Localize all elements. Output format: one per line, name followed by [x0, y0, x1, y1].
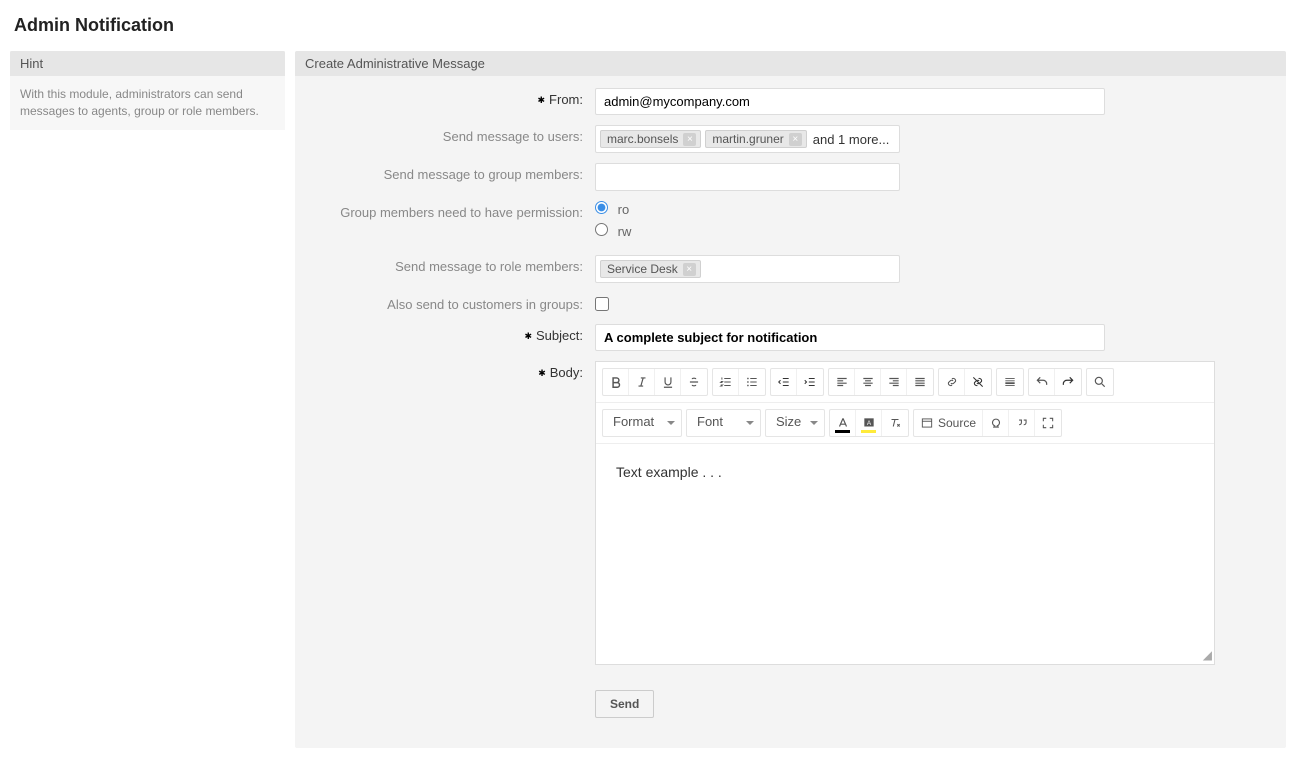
editor-toolbar-row2: Format Font Size A [596, 403, 1214, 444]
strikethrough-button[interactable] [681, 369, 707, 395]
label-to-groups: Send message to group members: [315, 163, 595, 182]
body-textarea[interactable]: Text example . . . ◢ [596, 444, 1214, 664]
users-input[interactable]: marc.bonsels × martin.gruner × and 1 mor… [595, 125, 900, 153]
role-tag[interactable]: Service Desk × [600, 260, 701, 278]
customers-checkbox[interactable] [595, 297, 609, 311]
radio-ro-label: ro [618, 202, 630, 217]
special-char-button[interactable] [983, 410, 1009, 436]
align-center-button[interactable] [855, 369, 881, 395]
italic-button[interactable] [629, 369, 655, 395]
unordered-list-button[interactable] [739, 369, 765, 395]
label-to-users: Send message to users: [315, 125, 595, 144]
more-users-text: and 1 more... [811, 132, 890, 147]
align-left-button[interactable] [829, 369, 855, 395]
radio-ro-input[interactable] [595, 201, 608, 214]
user-tag-label: marc.bonsels [607, 132, 678, 146]
label-to-roles: Send message to role members: [315, 255, 595, 274]
radio-rw-label: rw [618, 224, 632, 239]
ordered-list-button[interactable] [713, 369, 739, 395]
label-from: From: [315, 88, 595, 107]
label-to-customers: Also send to customers in groups: [315, 293, 595, 312]
user-tag[interactable]: marc.bonsels × [600, 130, 701, 148]
find-button[interactable] [1087, 369, 1113, 395]
horizontal-rule-button[interactable] [997, 369, 1023, 395]
send-button[interactable]: Send [595, 690, 654, 718]
unlink-button[interactable] [965, 369, 991, 395]
hint-panel: Hint With this module, administrators ca… [10, 51, 285, 130]
editor-toolbar-row1 [596, 362, 1214, 403]
label-body: Body: [315, 361, 595, 380]
link-button[interactable] [939, 369, 965, 395]
background-color-button[interactable]: A [856, 410, 882, 436]
label-permission: Group members need to have permission: [315, 201, 595, 220]
remove-tag-icon[interactable]: × [683, 263, 696, 276]
bold-button[interactable] [603, 369, 629, 395]
maximize-button[interactable] [1035, 410, 1061, 436]
label-subject: Subject: [315, 324, 595, 343]
roles-input[interactable]: Service Desk × [595, 255, 900, 283]
groups-input[interactable] [595, 163, 900, 191]
user-tag[interactable]: martin.gruner × [705, 130, 806, 148]
from-input[interactable] [595, 88, 1105, 115]
undo-button[interactable] [1029, 369, 1055, 395]
size-select[interactable]: Size [765, 409, 825, 437]
align-right-button[interactable] [881, 369, 907, 395]
svg-text:A: A [866, 420, 871, 427]
remove-format-button[interactable] [882, 410, 908, 436]
format-select[interactable]: Format [602, 409, 682, 437]
remove-tag-icon[interactable]: × [683, 133, 696, 146]
redo-button[interactable] [1055, 369, 1081, 395]
indent-button[interactable] [797, 369, 823, 395]
role-tag-label: Service Desk [607, 262, 678, 276]
radio-rw-input[interactable] [595, 223, 608, 236]
permission-radio-ro[interactable]: ro [595, 201, 1215, 217]
resize-handle-icon[interactable]: ◢ [1203, 648, 1212, 662]
hint-header: Hint [10, 51, 285, 76]
hint-body: With this module, administrators can sen… [10, 76, 285, 130]
body-editor: Format Font Size A [595, 361, 1215, 665]
source-button-label: Source [938, 416, 976, 430]
body-content: Text example . . . [616, 464, 722, 480]
source-button[interactable]: Source [914, 410, 983, 436]
page-title: Admin Notification [14, 15, 1286, 36]
align-justify-button[interactable] [907, 369, 933, 395]
font-select[interactable]: Font [686, 409, 761, 437]
subject-input[interactable] [595, 324, 1105, 351]
permission-radio-rw[interactable]: rw [595, 223, 1215, 239]
blockquote-button[interactable] [1009, 410, 1035, 436]
user-tag-label: martin.gruner [712, 132, 783, 146]
main-header: Create Administrative Message [295, 51, 1286, 76]
outdent-button[interactable] [771, 369, 797, 395]
underline-button[interactable] [655, 369, 681, 395]
text-color-button[interactable] [830, 410, 856, 436]
remove-tag-icon[interactable]: × [789, 133, 802, 146]
main-panel: Create Administrative Message From: Send… [295, 51, 1286, 748]
